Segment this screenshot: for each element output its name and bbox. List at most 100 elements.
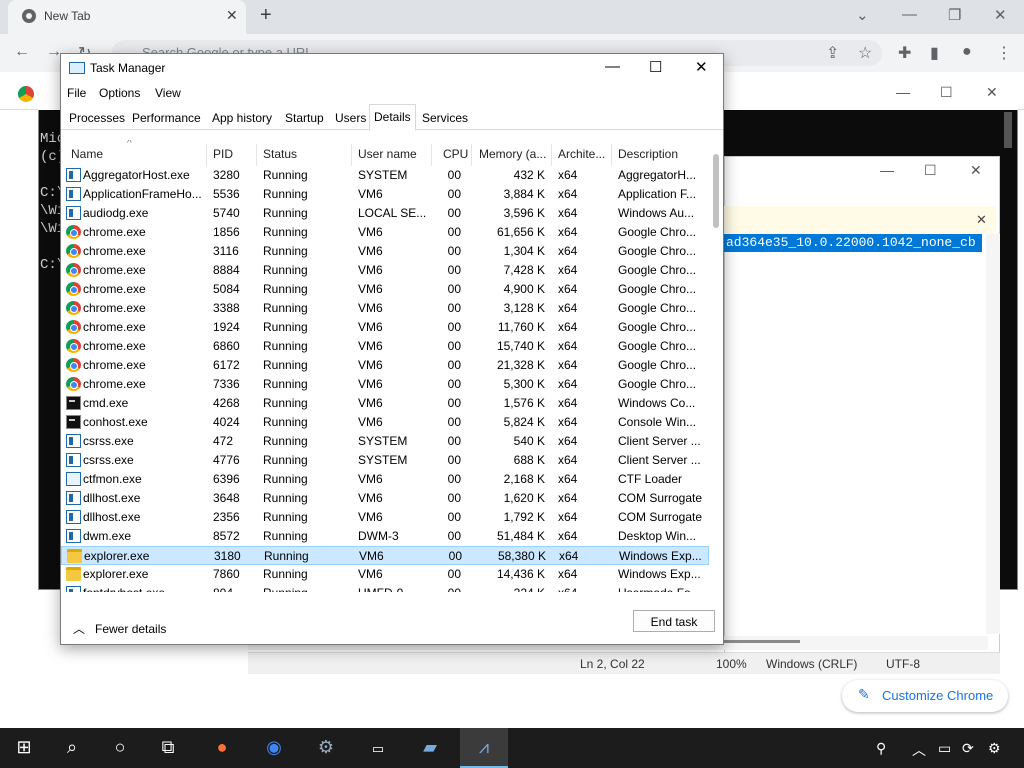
info-bar-close-icon[interactable]: ✕ [976,212,987,228]
tab-search-icon[interactable]: ⌄ [856,6,869,24]
settings-tray-icon[interactable]: ⚙ [988,740,1001,757]
table-row[interactable]: explorer.exe 3180 Running VM6 00 58,380 K x64 W… [61,546,709,565]
task-view-button[interactable]: ⧉ [144,728,192,768]
extensions-icon[interactable]: ✚ [898,43,911,63]
process-description: COM Surrogate [618,491,703,505]
taskbar-notepad[interactable]: ▰ [406,728,454,768]
table-row[interactable]: cmd.exe 4268 Running VM6 00 1,576 K x64 Windows… [61,394,709,413]
table-row[interactable]: conhost.exe 4024 Running VM6 00 5,824 K x64 Con… [61,413,709,432]
column-name[interactable]: Name [71,147,103,161]
column-divider[interactable] [611,144,612,166]
menu-options[interactable]: Options [99,86,140,100]
tab-startup[interactable]: Startup [281,106,328,130]
table-row[interactable]: chrome.exe 1924 Running VM6 00 11,760 K x64 Goo… [61,318,709,337]
close-tab-icon[interactable]: ✕ [226,7,238,24]
close-window-icon[interactable]: ✕ [994,6,1007,24]
column-user-name[interactable]: User name [358,147,417,161]
table-row[interactable]: ApplicationFrameHo... 5536 Running VM6 00 3,8… [61,185,709,204]
fewer-details-link[interactable]: ︿ Fewer details [73,620,166,637]
battery-icon[interactable]: ▭ [938,740,951,757]
column-divider[interactable] [351,144,352,166]
table-row[interactable]: chrome.exe 8884 Running VM6 00 7,428 K x64 Goog… [61,261,709,280]
tm-close-icon[interactable]: ✕ [695,58,708,76]
table-row[interactable]: AggregatorHost.exe 3280 Running SYSTEM 00 432… [61,166,709,185]
column-description[interactable]: Description [618,147,678,161]
notepad-maximize-icon[interactable]: ☐ [924,162,937,179]
table-row[interactable]: audiodg.exe 5740 Running LOCAL SE... 00 3,596… [61,204,709,223]
table-row[interactable]: dllhost.exe 3648 Running VM6 00 1,620 K x64 COM… [61,489,709,508]
tab-details[interactable]: Details [369,104,416,131]
column-divider[interactable] [431,144,432,166]
chrome-tab-new-tab[interactable]: New Tab ✕ [8,0,246,34]
column-divider[interactable] [256,144,257,166]
process-status: Running [263,339,308,353]
notepad-close-icon[interactable]: ✕ [970,162,982,179]
search-button[interactable]: ⌕ [48,728,96,768]
tab-performance[interactable]: Performance [128,106,205,130]
column-pid[interactable]: PID [213,147,233,161]
profile-icon[interactable]: ● [962,43,972,61]
show-hidden-icons-chevron-icon[interactable]: ︿ [912,740,926,760]
menu-file[interactable]: File [67,86,86,100]
cmd-minimize-icon[interactable]: — [896,84,910,100]
minimize-icon[interactable]: — [902,6,917,23]
table-row[interactable]: chrome.exe 3116 Running VM6 00 1,304 K x64 Goog… [61,242,709,261]
new-tab-button[interactable]: + [260,4,272,27]
back-icon[interactable]: ← [14,43,30,61]
table-row[interactable]: dwm.exe 8572 Running DWM-3 00 51,484 K x64 Desk… [61,527,709,546]
table-row[interactable]: chrome.exe 7336 Running VM6 00 5,300 K x64 Goog… [61,375,709,394]
table-row[interactable]: dllhost.exe 2356 Running VM6 00 1,792 K x64 COM… [61,508,709,527]
process-status: Running [263,377,308,391]
taskbar-task-manager[interactable]: ⩘ [460,728,508,768]
cmd-scrollbar[interactable] [1004,112,1012,148]
table-row[interactable]: fontdrvhost.exe 804 Running UMFD-0 00 224 K x6… [61,584,709,592]
notepad-vertical-scrollbar[interactable] [986,234,1000,634]
customize-chrome-button[interactable]: ✎ Customize Chrome [842,680,1008,712]
task-manager-titlebar[interactable]: Task Manager — ☐ ✕ [61,54,723,82]
table-row[interactable]: ctfmon.exe 6396 Running VM6 00 2,168 K x64 CTF … [61,470,709,489]
table-row[interactable]: chrome.exe 3388 Running VM6 00 3,128 K x64 Goog… [61,299,709,318]
notepad-selected-text[interactable]: ad364e35_10.0.22000.1042_none_cb [724,234,982,252]
table-row[interactable]: csrss.exe 472 Running SYSTEM 00 540 K x64 Clien… [61,432,709,451]
people-icon[interactable]: ⚲ [876,740,886,757]
table-row[interactable]: csrss.exe 4776 Running SYSTEM 00 688 K x64 Clie… [61,451,709,470]
side-panel-icon[interactable]: ▮ [930,43,939,63]
tab-users[interactable]: Users [331,106,370,130]
process-description: Windows Au... [618,206,695,220]
table-row[interactable]: chrome.exe 6860 Running VM6 00 15,740 K x64 Goo… [61,337,709,356]
column-architecture[interactable]: Archite... [558,147,605,161]
network-icon[interactable]: ⟳ [962,740,974,757]
taskbar-firefox[interactable]: ● [198,728,246,768]
task-manager-window[interactable]: Task Manager — ☐ ✕ File Options View Pro… [60,53,724,645]
column-divider[interactable] [206,144,207,166]
notepad-minimize-icon[interactable]: — [880,162,894,178]
taskbar-chrome[interactable]: ◉ [250,728,298,768]
column-status[interactable]: Status [263,147,297,161]
tab-app-history[interactable]: App history [208,106,276,130]
bookmark-star-icon[interactable]: ☆ [858,43,872,63]
restore-icon[interactable]: ❐ [948,6,961,24]
table-scrollbar-thumb[interactable] [713,154,719,228]
chrome-menu-icon[interactable]: ⋮ [996,43,1012,63]
table-row[interactable]: chrome.exe 5084 Running VM6 00 4,900 K x64 Goog… [61,280,709,299]
column-divider[interactable] [471,144,472,166]
column-divider[interactable] [551,144,552,166]
column-memory[interactable]: Memory (a... [479,147,546,161]
cmd-close-icon[interactable]: ✕ [986,84,998,101]
table-row[interactable]: explorer.exe 7860 Running VM6 00 14,436 K x64 W… [61,565,709,584]
tm-maximize-icon[interactable]: ☐ [649,58,662,76]
tab-services[interactable]: Services [418,106,472,130]
taskbar-cmd[interactable]: ▭ [354,728,402,768]
share-icon[interactable]: ⇪ [826,43,839,63]
taskbar-settings[interactable]: ⚙ [302,728,350,768]
cmd-maximize-icon[interactable]: ☐ [940,84,953,101]
start-button[interactable]: ⊞ [0,728,48,768]
tm-minimize-icon[interactable]: — [605,58,620,75]
end-task-button[interactable]: End task [633,610,715,632]
column-cpu[interactable]: CPU [443,147,468,161]
cortana-button[interactable]: ○ [96,728,144,768]
menu-view[interactable]: View [155,86,181,100]
tab-processes[interactable]: Processes [65,106,129,130]
table-row[interactable]: chrome.exe 6172 Running VM6 00 21,328 K x64 Goo… [61,356,709,375]
table-row[interactable]: chrome.exe 1856 Running VM6 00 61,656 K x64 Goo… [61,223,709,242]
